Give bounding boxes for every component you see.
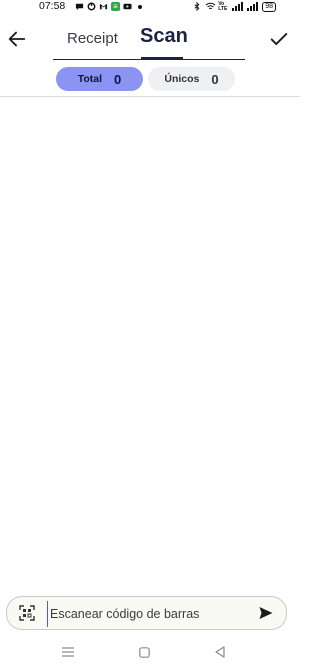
total-label: Total — [77, 73, 103, 85]
status-notification-icons: ≡ — [75, 0, 144, 13]
tab-selected-indicator — [141, 57, 183, 59]
barcode-input[interactable] — [47, 601, 252, 627]
volte-icon: Vo LTE — [218, 0, 228, 12]
dot-icon — [135, 2, 144, 11]
battery-icon: 98 — [262, 1, 276, 12]
tab-scan[interactable]: Scan — [140, 25, 188, 48]
tab-receipt[interactable]: Receipt — [67, 30, 118, 47]
signal-2-icon — [247, 2, 259, 11]
unique-label: Únicos — [164, 73, 200, 85]
confirm-check-icon[interactable] — [268, 28, 290, 50]
signal-1-icon — [232, 2, 244, 11]
bluetooth-icon — [192, 1, 201, 12]
status-system-icons: Vo LTE 98 — [192, 0, 276, 13]
unique-count-chip[interactable]: Únicos 0 — [148, 67, 235, 91]
chat-bubble-icon — [75, 2, 84, 11]
system-back-icon[interactable] — [214, 645, 226, 658]
power-ring-icon — [87, 2, 96, 11]
status-bar: 07:58 ≡ Vo LTE 98 — [0, 0, 300, 13]
status-time: 07:58 — [39, 0, 66, 12]
youtube-icon — [123, 2, 132, 11]
tab-bar: Receipt Scan — [53, 14, 245, 62]
unique-value: 0 — [211, 71, 219, 87]
recent-apps-icon[interactable] — [61, 645, 75, 657]
send-icon[interactable] — [258, 605, 274, 621]
gmail-icon — [99, 2, 108, 11]
back-arrow-icon[interactable] — [6, 28, 28, 50]
barcode-scanner-icon[interactable] — [19, 605, 35, 621]
total-value: 0 — [114, 71, 122, 87]
tab-bar-divider — [53, 59, 245, 60]
system-navigation-bar — [0, 640, 300, 665]
barcode-scan-bar — [6, 596, 287, 630]
top-app-bar: Receipt Scan — [0, 14, 300, 64]
wifi-icon — [205, 2, 216, 11]
total-count-chip[interactable]: Total 0 — [56, 67, 143, 91]
home-icon[interactable] — [139, 645, 150, 658]
green-app-icon: ≡ — [111, 2, 120, 11]
scanned-items-list[interactable] — [0, 97, 300, 587]
